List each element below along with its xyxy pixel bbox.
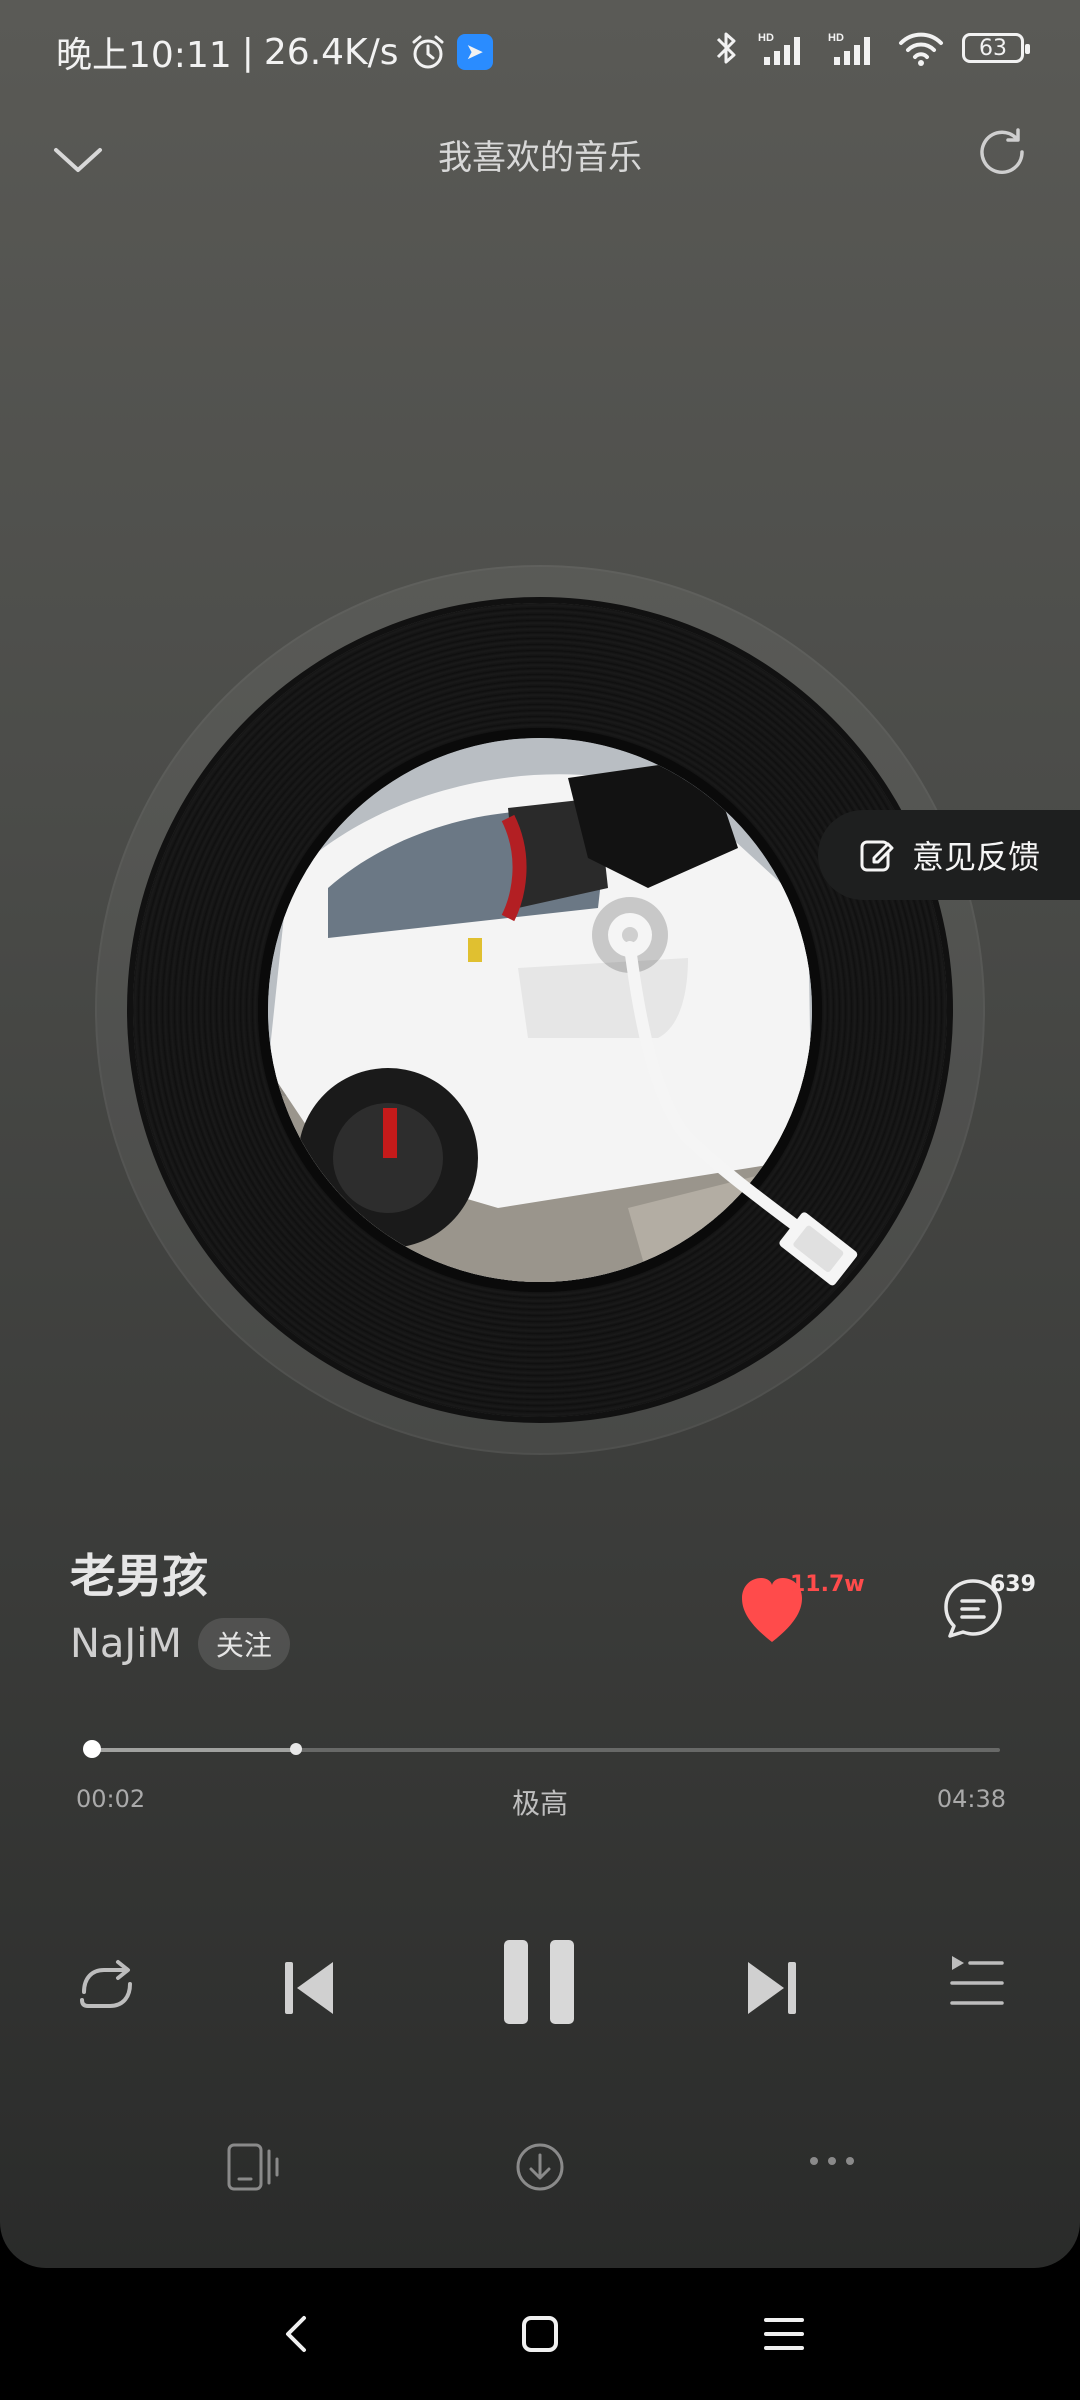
skip-previous-icon[interactable] bbox=[275, 1948, 341, 2028]
battery-indicator: 63 bbox=[962, 33, 1030, 63]
playlist-title: 我喜欢的音乐 bbox=[438, 138, 642, 178]
status-bar: 晚上10:11 | 26.4K/s ➤ HD HD 63 bbox=[0, 0, 1080, 100]
record-player[interactable] bbox=[95, 565, 985, 1455]
edit-icon bbox=[860, 840, 894, 872]
skip-next-icon[interactable] bbox=[740, 1948, 806, 2028]
status-right: HD HD 63 bbox=[714, 28, 1030, 68]
comment-count: 639 bbox=[990, 1572, 1036, 1597]
nav-menu-icon[interactable] bbox=[754, 2304, 814, 2364]
status-separator: | bbox=[241, 31, 254, 73]
playlist-icon[interactable] bbox=[946, 1950, 1006, 2020]
quality-button[interactable]: 极高 bbox=[512, 1787, 568, 1820]
wifi-icon bbox=[899, 32, 943, 66]
progress-thumb[interactable] bbox=[83, 1740, 102, 1758]
more-icon[interactable] bbox=[808, 2153, 856, 2169]
battery-level: 63 bbox=[979, 35, 1007, 61]
tonearm bbox=[592, 897, 858, 1286]
cell-signal-icon: HD bbox=[758, 32, 800, 65]
artist-row: NaJiM 关注 bbox=[70, 1618, 290, 1670]
feedback-label: 意见反馈 bbox=[912, 838, 1041, 876]
progress-buffer bbox=[86, 1748, 297, 1752]
progress-bar[interactable] bbox=[83, 1740, 1000, 1758]
quality-label: 极高 bbox=[0, 1782, 1080, 1822]
like-count: 11.7w bbox=[790, 1572, 865, 1597]
device-switch-icon[interactable] bbox=[225, 2141, 281, 2193]
nav-home-icon[interactable] bbox=[510, 2304, 570, 2364]
feedback-button[interactable]: 意见反馈 bbox=[818, 810, 1080, 900]
refresh-icon[interactable] bbox=[972, 122, 1032, 182]
svg-text:HD: HD bbox=[828, 32, 844, 44]
app-notification-icon: ➤ bbox=[456, 34, 493, 70]
buffer-marker bbox=[290, 1743, 303, 1755]
status-left: 晚上10:11 | 26.4K/s ➤ bbox=[56, 26, 493, 78]
bluetooth-icon bbox=[716, 32, 736, 64]
download-icon[interactable] bbox=[512, 2139, 568, 2195]
player-screen: 晚上10:11 | 26.4K/s ➤ HD HD 63 我喜欢的音乐 意见反馈… bbox=[0, 0, 1080, 2268]
song-title: 老男孩 bbox=[70, 1549, 208, 1603]
network-speed: 26.4K/s bbox=[263, 31, 399, 73]
alarm-clock-icon bbox=[412, 35, 444, 69]
bottom-tools bbox=[0, 2125, 1080, 2205]
follow-button[interactable]: 关注 bbox=[197, 1618, 290, 1670]
artist-name[interactable]: NaJiM bbox=[70, 1621, 182, 1667]
playback-controls bbox=[0, 1930, 1080, 2050]
status-time: 晚上10:11 bbox=[56, 35, 232, 76]
top-bar: 我喜欢的音乐 bbox=[0, 110, 1080, 200]
pause-icon[interactable] bbox=[500, 1930, 580, 2050]
total-time: 04:38 bbox=[936, 1785, 1006, 1813]
nav-back-icon[interactable] bbox=[266, 2304, 326, 2364]
system-nav-bar bbox=[0, 2268, 1080, 2400]
repeat-icon[interactable] bbox=[70, 1952, 142, 2024]
cell-signal-2-icon: HD bbox=[828, 32, 870, 65]
svg-text:HD: HD bbox=[758, 32, 774, 44]
